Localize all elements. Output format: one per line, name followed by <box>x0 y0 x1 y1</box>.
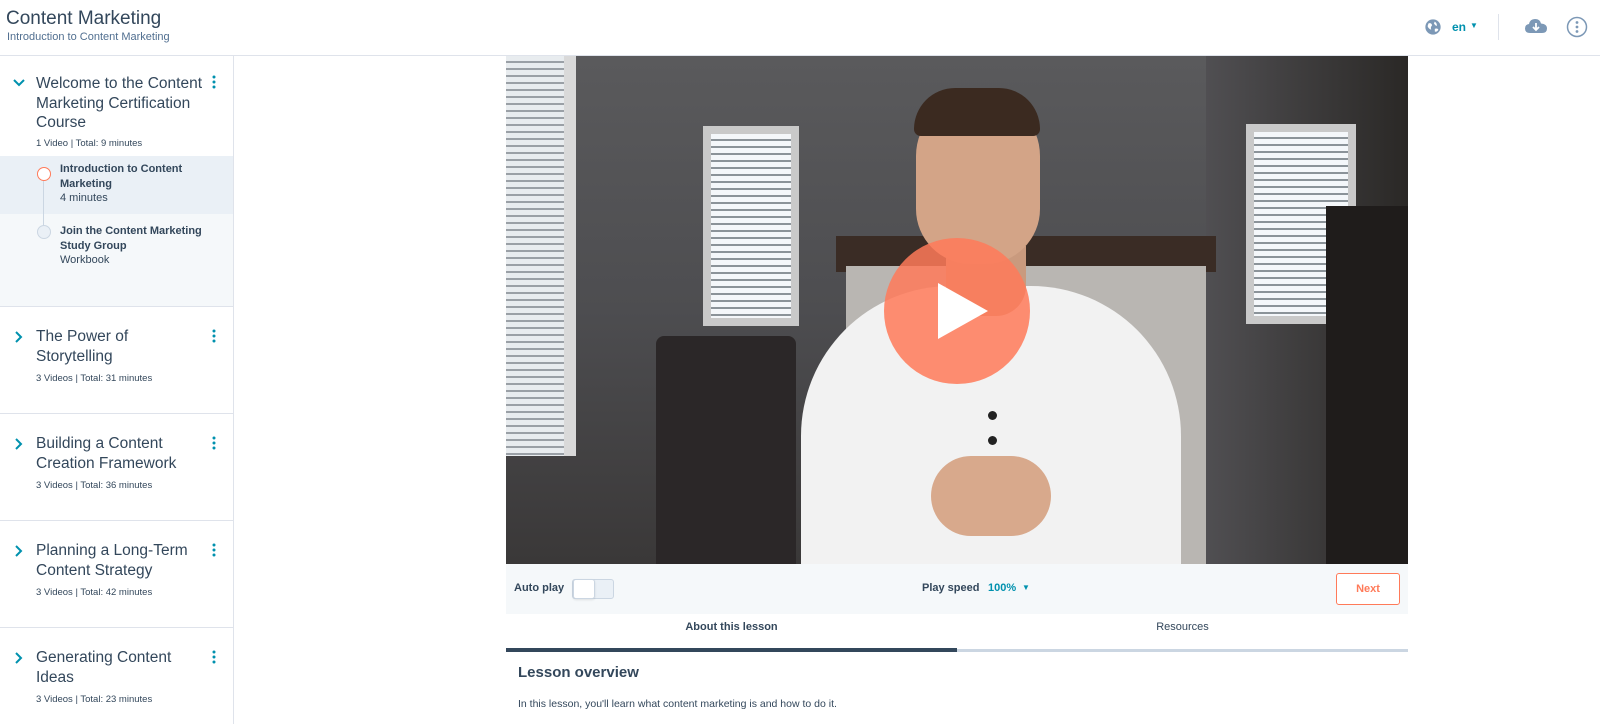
top-header: Content Marketing Introduction to Conten… <box>0 0 1600 56</box>
video-scene-window <box>703 126 799 326</box>
lesson-overview-heading: Lesson overview <box>518 664 639 681</box>
video-presenter-hands <box>931 456 1051 536</box>
section-meta: 3 Videos | Total: 23 minutes <box>36 694 153 705</box>
video-presenter-hair <box>914 88 1040 136</box>
play-speed-label: Play speed <box>922 582 980 594</box>
lesson-meta: Workbook <box>60 254 110 266</box>
lesson-item[interactable]: Join the Content Marketing Study Group W… <box>0 214 233 284</box>
chevron-right-icon[interactable] <box>12 651 26 665</box>
sidebar-section[interactable]: Generating Content Ideas 3 Videos | Tota… <box>0 628 233 724</box>
section-header[interactable]: Welcome to the Content Marketing Certifi… <box>0 56 233 156</box>
video-shirt-button <box>988 436 997 445</box>
section-title[interactable]: Planning a Long-Term Content Strategy <box>36 541 206 580</box>
autoplay-toggle[interactable] <box>572 579 614 599</box>
chevron-right-icon[interactable] <box>12 437 26 451</box>
kebab-icon[interactable] <box>206 649 222 665</box>
section-title[interactable]: The Power of Storytelling <box>36 327 206 366</box>
play-button[interactable] <box>884 238 1030 384</box>
cloud-download-icon[interactable] <box>1524 16 1548 36</box>
video-scene-window <box>506 56 576 456</box>
section-meta: 3 Videos | Total: 36 minutes <box>36 480 153 491</box>
video-scene-shelf <box>1326 206 1408 564</box>
chevron-down-icon[interactable] <box>12 76 26 90</box>
play-speed-select[interactable]: 100% <box>988 582 1016 594</box>
tab-about-this-lesson[interactable]: About this lesson <box>506 614 957 652</box>
lesson-meta: 4 minutes <box>60 192 108 204</box>
video-shirt-button <box>988 411 997 420</box>
video-scene-chair <box>656 336 796 564</box>
play-icon[interactable] <box>936 281 990 341</box>
lesson-title: Join the Content Marketing Study Group <box>60 225 202 252</box>
lesson-item-current[interactable]: Introduction to Content Marketing 4 minu… <box>0 156 233 214</box>
chevron-right-icon[interactable] <box>12 544 26 558</box>
lesson-status-icon <box>37 167 51 181</box>
chevron-down-icon[interactable]: ▼ <box>1470 21 1478 30</box>
section-meta: 3 Videos | Total: 42 minutes <box>36 587 153 598</box>
kebab-icon[interactable] <box>206 435 222 451</box>
lesson-title: Introduction to Content Marketing <box>60 163 183 190</box>
sidebar-section: Welcome to the Content Marketing Certifi… <box>0 56 233 307</box>
chevron-down-icon[interactable]: ▼ <box>1022 583 1030 592</box>
kebab-icon[interactable] <box>206 542 222 558</box>
tab-resources[interactable]: Resources <box>957 614 1408 652</box>
section-meta: 1 Video | Total: 9 minutes <box>36 138 143 149</box>
kebab-icon[interactable] <box>206 74 222 90</box>
toggle-knob[interactable] <box>573 579 595 599</box>
more-vertical-icon[interactable] <box>1566 16 1588 38</box>
section-title[interactable]: Generating Content Ideas <box>36 648 206 687</box>
autoplay-label: Auto play <box>514 582 565 594</box>
sidebar-section[interactable]: Building a Content Creation Framework 3 … <box>0 414 233 521</box>
header-divider <box>1498 14 1499 40</box>
kebab-icon[interactable] <box>206 328 222 344</box>
lesson-status-icon <box>37 225 51 239</box>
course-title: Content Marketing <box>6 8 162 29</box>
section-title[interactable]: Welcome to the Content Marketing Certifi… <box>36 74 206 133</box>
section-meta: 3 Videos | Total: 31 minutes <box>36 373 153 384</box>
course-sidebar: Welcome to the Content Marketing Certifi… <box>0 56 234 724</box>
next-button[interactable]: Next <box>1336 573 1400 605</box>
course-subtitle: Introduction to Content Marketing <box>7 31 170 43</box>
player-controls: Auto play Play speed 100% ▼ Next <box>506 564 1408 614</box>
sidebar-section[interactable]: Planning a Long-Term Content Strategy 3 … <box>0 521 233 628</box>
chevron-right-icon[interactable] <box>12 330 26 344</box>
language-selector[interactable]: en <box>1452 20 1466 34</box>
section-title[interactable]: Building a Content Creation Framework <box>36 434 206 473</box>
lesson-tabs: About this lesson Resources <box>506 614 1408 652</box>
globe-icon[interactable] <box>1424 18 1442 36</box>
sidebar-section[interactable]: The Power of Storytelling 3 Videos | Tot… <box>0 307 233 414</box>
lesson-overview-text: In this lesson, you'll learn what conten… <box>518 698 837 710</box>
